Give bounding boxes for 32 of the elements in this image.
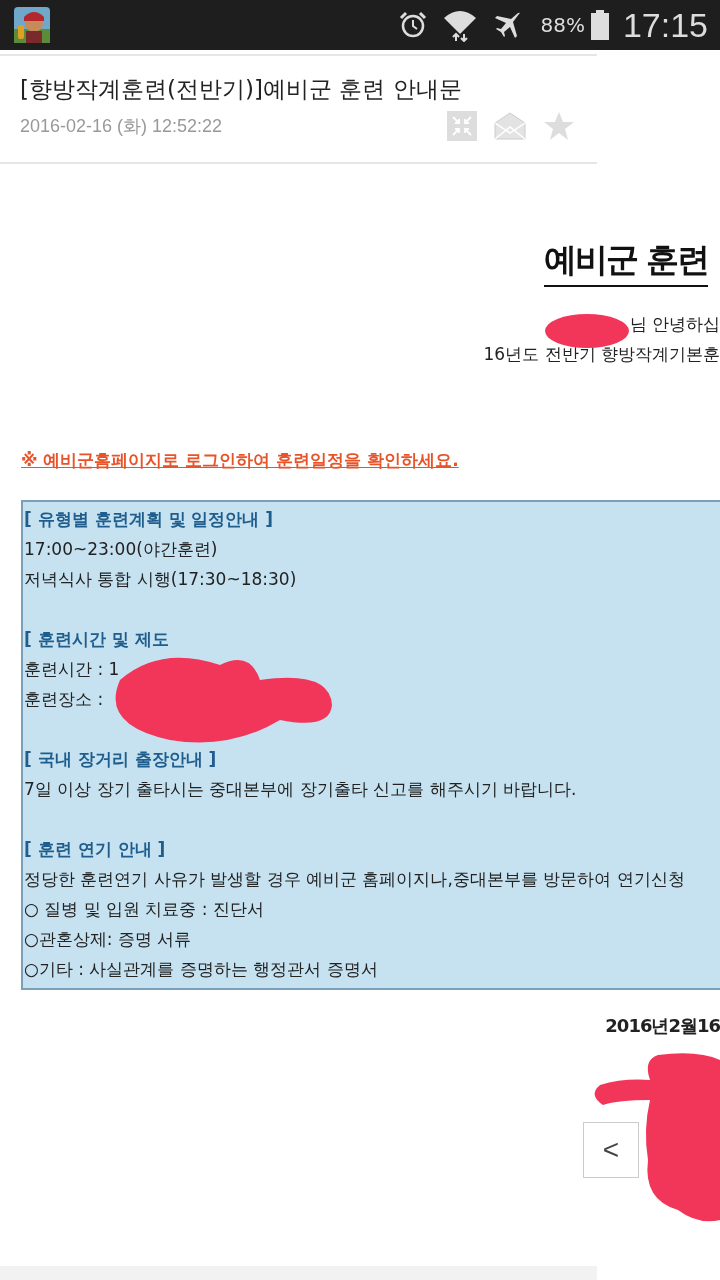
section-heading: [ 국내 장거리 출장안내 ] [24, 748, 218, 771]
body-text: 훈련시간 : 1 [24, 658, 121, 681]
alarm-icon [398, 10, 429, 40]
collapse-button[interactable] [447, 111, 477, 141]
battery-icon [590, 10, 609, 40]
body-text: 7일 이상 장기 출타시는 중대본부에 장기출타 신고를 해주시기 바랍니다. [24, 778, 578, 801]
notice-link[interactable]: ※ 예비군홈페이지로 로그인하여 훈련일정을 확인하세요. [21, 449, 720, 472]
body-text: ○기타 : 사실관계를 증명하는 행정관서 증명서 [24, 958, 379, 981]
section-heading: [ 훈련시간 및 제도 [24, 628, 170, 651]
clock: 17:15 [622, 5, 708, 45]
section-heading: [ 훈련 연기 안내 ] [24, 838, 167, 861]
wifi-icon [442, 8, 479, 42]
battery-percentage: 88% [540, 13, 585, 37]
body-text: 17:00~23:00(야간훈련) [24, 538, 219, 561]
body-text: 훈련장소 : [24, 688, 105, 711]
star-icon [543, 111, 575, 141]
collapse-icon [447, 111, 477, 141]
message-subject: [향방작계훈련(전반기)]예비군 훈련 안내문 [20, 75, 463, 104]
star-button[interactable] [543, 111, 575, 141]
body-text: ○관혼상제: 증명 서류 [24, 928, 193, 951]
envelope-icon [493, 111, 527, 141]
body-text: ○ 질병 및 입원 치료중 : 진단서 [24, 898, 265, 921]
sign-date: 2016년2월16 [605, 1014, 720, 1038]
message-date: 2016-02-16 (화) 12:52:22 [20, 115, 223, 138]
intro-text: 16년도 전반기 향방작계기본훈 [483, 343, 720, 366]
section-heading: [ 유형별 훈련계획 및 일정안내 ] [24, 508, 275, 531]
body-text: 저녁식사 통합 시행(17:30~18:30) [24, 568, 298, 591]
previous-button[interactable]: < [583, 1122, 639, 1178]
document-title: 예비군 훈련 [543, 238, 708, 287]
mark-read-button[interactable] [493, 111, 527, 141]
greeting-text: 님 안녕하십 [629, 313, 720, 336]
body-text: 정당한 훈련연기 사유가 발생할 경우 예비군 홈페이지나,중대본부를 방문하여 연기신청 [24, 868, 686, 891]
